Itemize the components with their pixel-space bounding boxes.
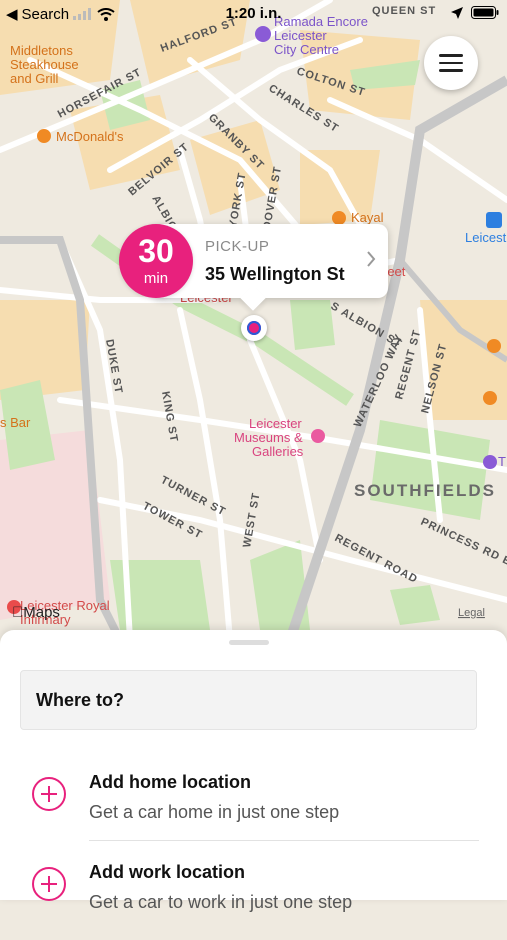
pickup-pin-icon[interactable]: [241, 315, 267, 341]
svg-text:Steakhouse: Steakhouse: [10, 57, 79, 72]
svg-text:Museums &: Museums &: [234, 430, 303, 445]
status-time: 1:20 i.n.: [225, 5, 282, 22]
where-to-placeholder: Where to?: [36, 690, 124, 710]
svg-text:Leicester: Leicester: [249, 416, 302, 431]
chevron-right-icon: [367, 251, 376, 267]
home-location-subtitle: Get a car home in just one step: [89, 802, 340, 822]
svg-text:s Bar: s Bar: [0, 415, 31, 430]
poi-middletons: Middletons: [10, 43, 73, 58]
area-label-southfields: SOUTHFIELDS: [354, 481, 496, 500]
home-location-title: Add home location: [89, 772, 251, 792]
svg-text:Leicester: Leicester: [274, 28, 327, 43]
svg-text:and Grill: and Grill: [10, 71, 59, 86]
location-arrow-icon: [451, 6, 463, 19]
svg-text:Kayal: Kayal: [351, 210, 384, 225]
pickup-label: PICK-UP: [205, 238, 270, 255]
add-home-location-row[interactable]: Add home location Get a car home in just…: [0, 760, 507, 850]
bottom-sheet: Where to? Add home location Get a car ho…: [0, 630, 507, 912]
svg-text:Galleries: Galleries: [252, 444, 304, 459]
work-location-title: Add work location: [89, 862, 246, 882]
hamburger-line: [439, 69, 463, 72]
svg-text:City Centre: City Centre: [274, 42, 339, 57]
eta-badge: 30 min: [119, 224, 193, 298]
svg-text:Leicest: Leicest: [465, 230, 507, 245]
add-icon: [32, 867, 66, 901]
eta-number: 30: [138, 233, 174, 269]
menu-button[interactable]: [424, 36, 478, 90]
svg-text:T: T: [498, 454, 506, 469]
status-bar: ◀ Search 1:20 i.n.: [0, 0, 507, 28]
maps-attribution: Maps: [12, 604, 60, 621]
add-icon: [32, 777, 66, 811]
add-work-location-row[interactable]: Add work location Get a car to work in j…: [0, 850, 507, 940]
work-location-subtitle: Get a car to work in just one step: [89, 892, 353, 912]
where-to-input[interactable]: Where to?: [20, 670, 477, 730]
sheet-grabber[interactable]: [229, 640, 269, 645]
battery-icon: [471, 6, 499, 19]
legal-link: Legal: [458, 607, 485, 619]
pickup-address: 35 Wellington St: [205, 264, 345, 284]
eta-unit: min: [143, 270, 169, 287]
poi-mcdonalds: McDonald's: [56, 129, 124, 144]
divider: [89, 840, 479, 841]
hamburger-line: [439, 61, 463, 64]
hamburger-icon: [439, 54, 463, 57]
